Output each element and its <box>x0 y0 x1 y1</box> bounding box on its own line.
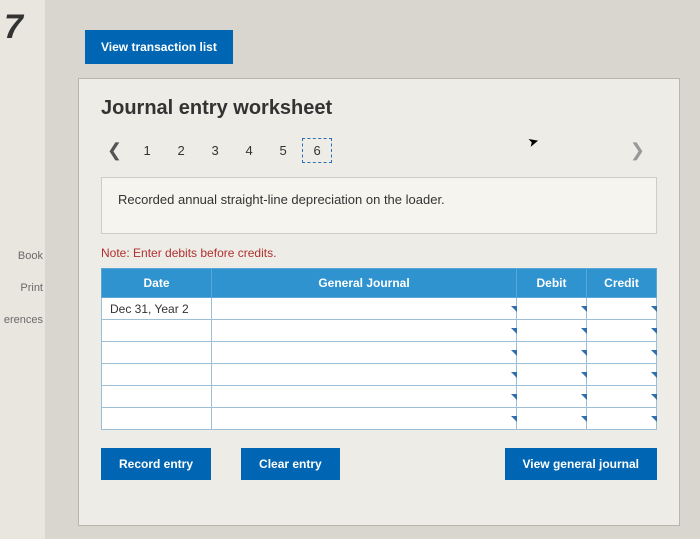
button-row: Record entry Clear entry View general jo… <box>101 448 657 480</box>
cell-general-journal[interactable] <box>212 342 517 364</box>
cell-credit[interactable] <box>587 386 657 408</box>
cell-credit[interactable] <box>587 298 657 320</box>
cell-debit[interactable] <box>517 364 587 386</box>
cell-debit[interactable] <box>517 342 587 364</box>
pager: ❮ 1 2 3 4 5 6 ❯ <box>101 138 657 163</box>
cell-general-journal[interactable] <box>212 364 517 386</box>
record-entry-button[interactable]: Record entry <box>101 448 211 480</box>
pager-page-4[interactable]: 4 <box>234 139 264 162</box>
table-row <box>102 342 657 364</box>
cell-credit[interactable] <box>587 364 657 386</box>
side-link-references[interactable]: erences <box>0 304 43 336</box>
cell-credit[interactable] <box>587 342 657 364</box>
cell-date[interactable] <box>102 320 212 342</box>
transaction-description: Recorded annual straight-line depreciati… <box>101 177 657 234</box>
cell-general-journal[interactable] <box>212 408 517 430</box>
pager-next-icon[interactable]: ❯ <box>624 140 651 161</box>
cell-debit[interactable] <box>517 408 587 430</box>
cell-debit[interactable] <box>517 386 587 408</box>
side-links: Book Print erences <box>0 240 43 336</box>
table-row <box>102 408 657 430</box>
logo: 7 <box>4 8 34 38</box>
cell-date[interactable] <box>102 408 212 430</box>
cell-general-journal[interactable] <box>212 298 517 320</box>
worksheet-panel: Journal entry worksheet ❮ 1 2 3 4 5 6 ❯ … <box>78 78 680 526</box>
journal-table: Date General Journal Debit Credit Dec 31… <box>101 268 657 430</box>
cell-date[interactable] <box>102 342 212 364</box>
table-row <box>102 320 657 342</box>
cell-credit[interactable] <box>587 408 657 430</box>
panel-title: Journal entry worksheet <box>101 97 657 120</box>
table-row <box>102 364 657 386</box>
table-row: Dec 31, Year 2 <box>102 298 657 320</box>
clear-entry-button[interactable]: Clear entry <box>241 448 340 480</box>
cell-debit[interactable] <box>517 320 587 342</box>
pager-page-3[interactable]: 3 <box>200 139 230 162</box>
cell-general-journal[interactable] <box>212 386 517 408</box>
pager-page-6[interactable]: 6 <box>302 138 332 163</box>
side-link-print[interactable]: Print <box>0 272 43 304</box>
journal-tbody: Dec 31, Year 2 <box>102 298 657 430</box>
pager-page-2[interactable]: 2 <box>166 139 196 162</box>
cell-date[interactable] <box>102 364 212 386</box>
pager-page-5[interactable]: 5 <box>268 139 298 162</box>
th-credit: Credit <box>587 269 657 298</box>
table-row <box>102 386 657 408</box>
th-general-journal: General Journal <box>212 269 517 298</box>
view-transaction-list-button[interactable]: View transaction list <box>85 30 233 64</box>
cell-date[interactable]: Dec 31, Year 2 <box>102 298 212 320</box>
pager-prev-icon[interactable]: ❮ <box>101 140 128 161</box>
view-general-journal-button[interactable]: View general journal <box>505 448 657 480</box>
th-debit: Debit <box>517 269 587 298</box>
pager-page-1[interactable]: 1 <box>132 139 162 162</box>
cell-debit[interactable] <box>517 298 587 320</box>
cell-general-journal[interactable] <box>212 320 517 342</box>
cell-credit[interactable] <box>587 320 657 342</box>
th-date: Date <box>102 269 212 298</box>
side-link-book[interactable]: Book <box>0 240 43 272</box>
cell-date[interactable] <box>102 386 212 408</box>
note-text: Note: Enter debits before credits. <box>101 246 657 260</box>
